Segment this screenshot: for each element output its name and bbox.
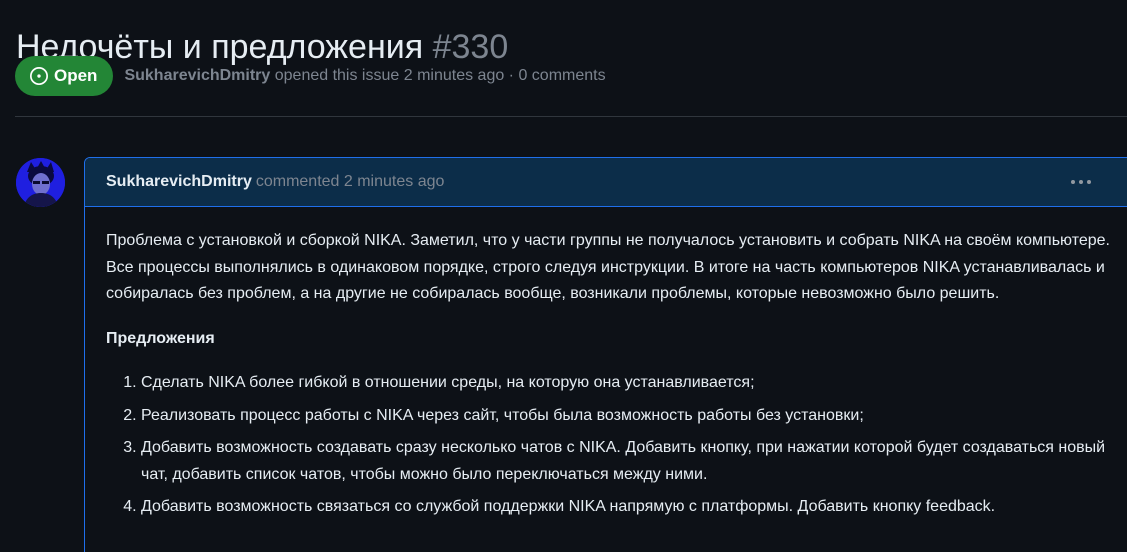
issue-meta-text: opened this issue 2 minutes ago · 0 comm… xyxy=(274,67,606,84)
comment-author-link[interactable]: SukharevichDmitry xyxy=(106,173,252,191)
issue-meta: SukharevichDmitry opened this issue 2 mi… xyxy=(124,67,605,85)
proposal-list: Сделать NIKA более гибкой в отношении ср… xyxy=(106,370,1121,521)
comment-header: SukharevichDmitry commented 2 minutes ag… xyxy=(85,158,1127,207)
section-heading: Предложения xyxy=(106,329,215,347)
issue-state-badge: Open xyxy=(15,56,114,96)
header-divider xyxy=(15,116,1127,117)
comment-body: Проблема с установкой и сборкой NIKA. За… xyxy=(85,207,1127,521)
comment-paragraph: Проблема с установкой и сборкой NIKA. За… xyxy=(106,232,1110,302)
list-item: Добавить возможность создавать сразу нес… xyxy=(141,435,1121,488)
comment-timestamp[interactable]: commented 2 minutes ago xyxy=(256,173,445,191)
kebab-horizontal-icon[interactable] xyxy=(1067,171,1095,193)
issue-state-label: Open xyxy=(54,66,98,85)
comment-box: SukharevichDmitry commented 2 minutes ag… xyxy=(84,157,1127,552)
issue-author-link[interactable]: SukharevichDmitry xyxy=(124,67,270,84)
issue-opened-icon xyxy=(30,67,48,85)
avatar[interactable] xyxy=(16,158,65,207)
list-item: Сделать NIKA более гибкой в отношении ср… xyxy=(141,370,1121,397)
issue-page: Недочёты и предложения #330 Open Sukhare… xyxy=(0,0,1127,552)
list-item: Добавить возможность связаться со службо… xyxy=(141,494,1121,521)
issue-meta-row: Open SukharevichDmitry opened this issue… xyxy=(15,56,606,96)
list-item: Реализовать процесс работы с NIKA через … xyxy=(141,403,1121,430)
